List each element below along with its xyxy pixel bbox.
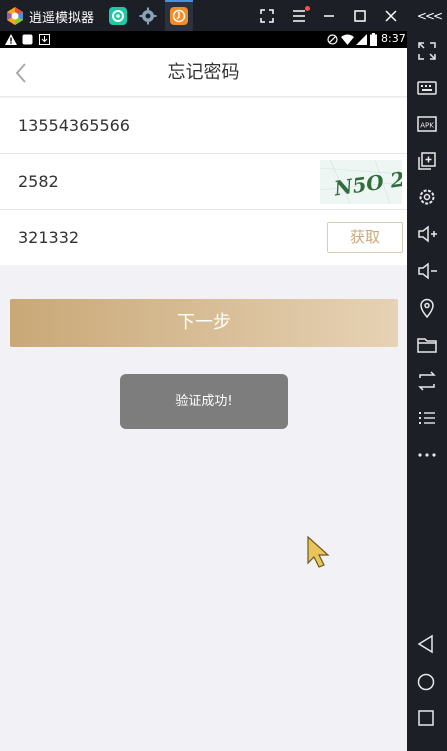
wifi-icon [341, 34, 354, 45]
rotate-icon[interactable] [415, 369, 439, 393]
apk-icon-label: APK [420, 122, 434, 130]
sms-code-value[interactable]: 321332 [18, 210, 79, 265]
do-not-disturb-icon [327, 34, 338, 45]
maximize-icon[interactable] [349, 5, 371, 27]
more-icon[interactable] [415, 443, 439, 467]
add-window-icon[interactable] [415, 149, 439, 173]
toast-message: 验证成功! [120, 374, 288, 429]
minimize-icon[interactable] [318, 5, 340, 27]
emulator-logo-icon [7, 7, 23, 25]
settings-icon[interactable] [415, 185, 439, 209]
warning-icon [5, 34, 17, 45]
volume-down-icon[interactable] [415, 259, 439, 283]
get-code-button[interactable]: 获取 [327, 222, 403, 253]
mouse-cursor-icon [307, 535, 330, 568]
collapse-sidebar-button[interactable]: <<< [414, 5, 444, 27]
home-nav-icon[interactable] [416, 672, 436, 692]
app-screen: 忘记密码 13554365566 2582 N5O 2 321332 获取 下一… [0, 48, 407, 751]
close-icon[interactable] [380, 5, 402, 27]
volume-up-icon[interactable] [415, 222, 439, 246]
phone-number-field[interactable]: 13554365566 [0, 98, 407, 153]
status-time: 8:37 [381, 32, 406, 45]
download-icon [39, 34, 50, 45]
app-notification-icon [22, 34, 33, 45]
keyboard-icon[interactable] [415, 76, 439, 100]
sms-code-field[interactable]: 321332 获取 [0, 210, 407, 265]
back-nav-icon[interactable] [416, 634, 436, 654]
navigation-bar: 忘记密码 [0, 48, 407, 97]
page-title: 忘记密码 [167, 62, 240, 83]
apk-icon[interactable]: APK [415, 112, 439, 136]
app-store-icon[interactable] [109, 7, 127, 25]
next-step-button[interactable]: 下一步 [10, 299, 398, 347]
battery-icon [370, 33, 377, 46]
system-settings-app-icon[interactable] [139, 7, 157, 25]
location-icon[interactable] [415, 296, 439, 320]
fullscreen-icon[interactable] [415, 39, 439, 63]
list-icon[interactable] [415, 406, 439, 430]
signal-icon [356, 34, 367, 45]
captcha-image[interactable]: N5O 2 [320, 160, 402, 204]
screenshot-icon[interactable] [256, 5, 278, 27]
android-status-bar: 8:37 [0, 31, 407, 48]
phone-number-value[interactable]: 13554365566 [18, 98, 130, 153]
folder-icon[interactable] [415, 333, 439, 357]
emulator-title-bar: 逍遥模拟器 <<< [0, 0, 447, 31]
image-captcha-value[interactable]: 2582 [18, 154, 59, 209]
notification-dot [305, 6, 310, 11]
active-app-icon[interactable] [170, 7, 188, 25]
recents-nav-icon[interactable] [416, 708, 436, 728]
image-captcha-field[interactable]: 2582 N5O 2 [0, 154, 407, 209]
emulator-title: 逍遥模拟器 [29, 11, 95, 26]
